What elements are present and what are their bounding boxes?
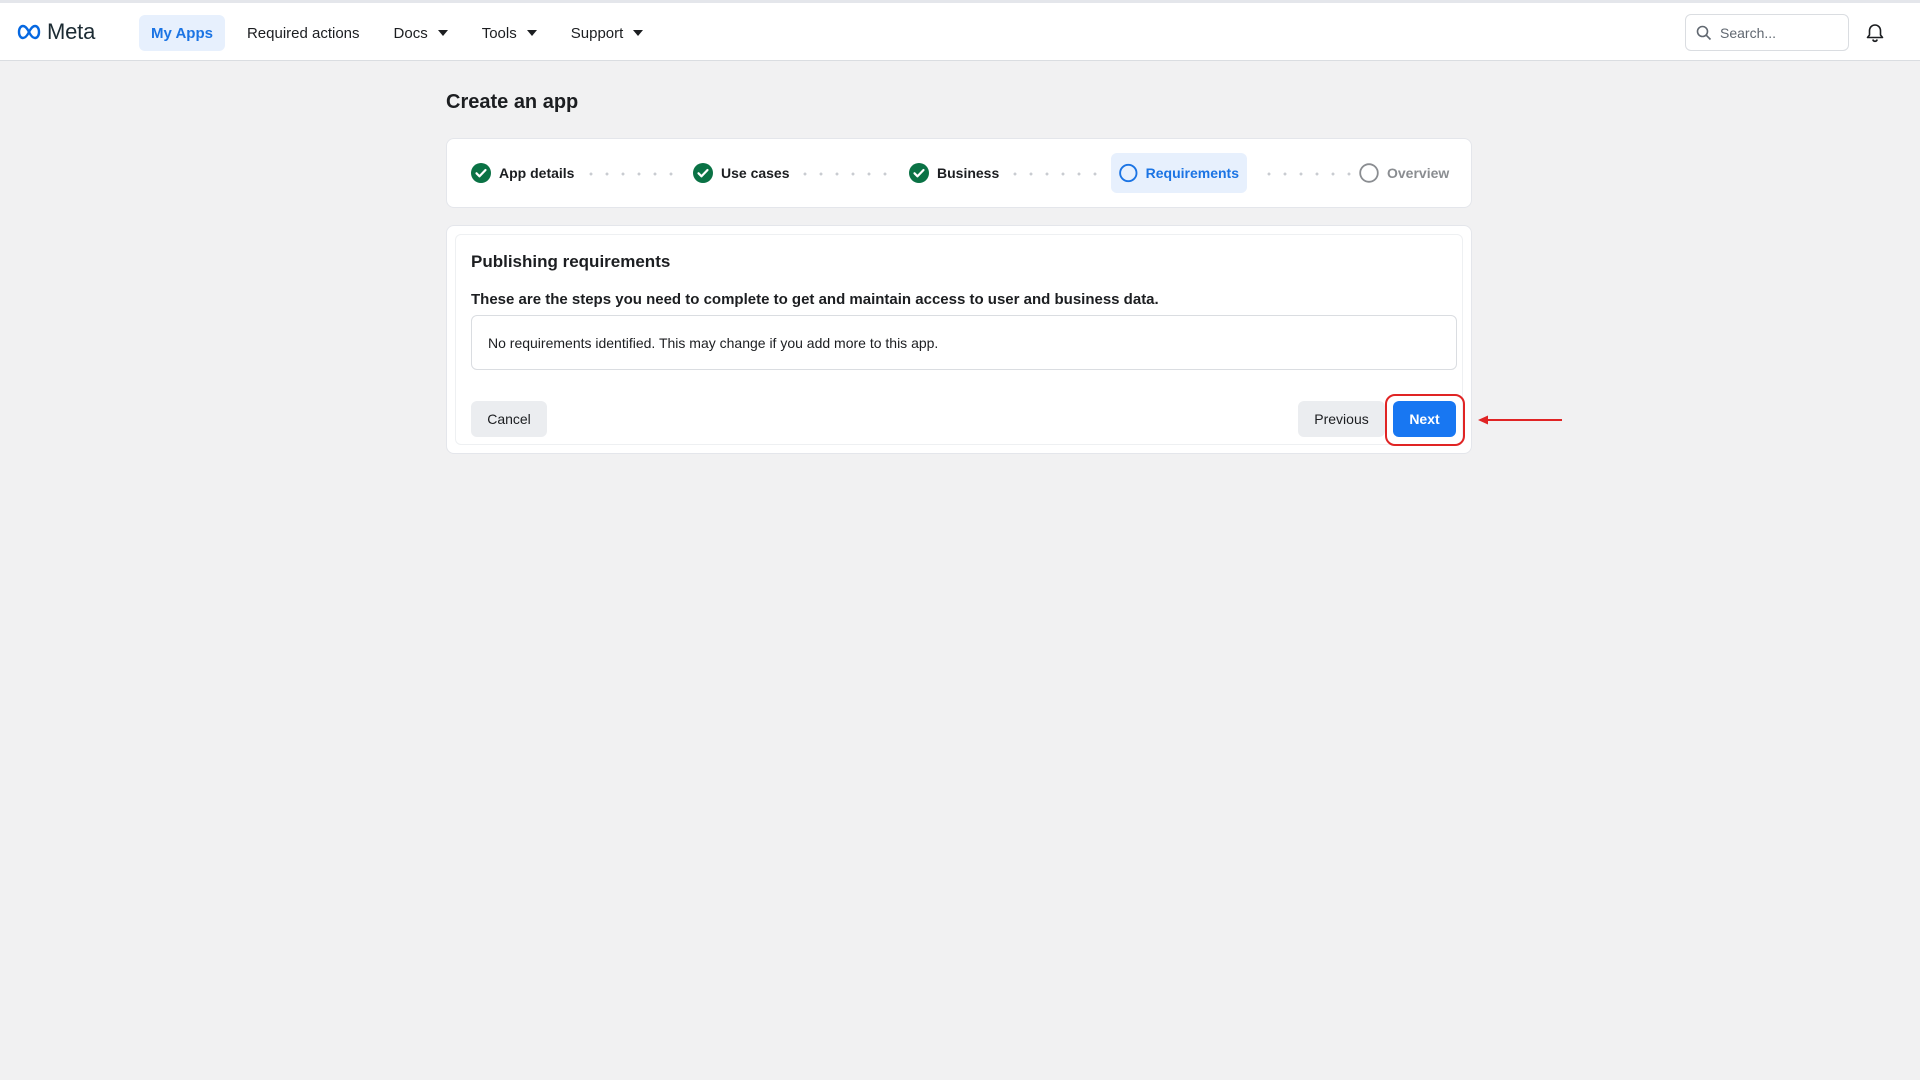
requirements-box: No requirements identified. This may cha…	[471, 315, 1457, 370]
progress-stepper: App details Use cases Business Requireme…	[446, 138, 1472, 208]
nav-docs-label: Docs	[393, 24, 428, 42]
empty-circle-icon	[1359, 163, 1379, 183]
nav-tools-label: Tools	[481, 24, 517, 42]
nav-tools[interactable]: Tools	[470, 15, 549, 51]
page-title: Create an app	[446, 91, 579, 113]
publishing-requirements-card: Publishing requirements These are the st…	[446, 225, 1472, 454]
nav-support[interactable]: Support	[559, 15, 656, 51]
card-title: Publishing requirements	[471, 252, 671, 271]
nav-required-actions-label: Required actions	[246, 24, 360, 42]
card-subtitle: These are the steps you need to complete…	[471, 291, 1159, 308]
nav-docs[interactable]: Docs	[382, 15, 460, 51]
previous-button[interactable]: Previous	[1298, 401, 1385, 437]
caret-down-icon	[633, 30, 644, 36]
step-business[interactable]: Business	[909, 153, 999, 193]
nav-my-apps-label: My Apps	[151, 24, 213, 42]
step-use-cases[interactable]: Use cases	[693, 153, 790, 193]
nav-my-apps[interactable]: My Apps	[139, 15, 225, 51]
check-circle-icon	[693, 163, 713, 183]
meta-logo[interactable]: Meta	[16, 19, 95, 45]
search-icon	[1696, 25, 1712, 40]
logo-text: Meta	[47, 19, 96, 44]
step-label: App details	[499, 165, 575, 181]
requirements-text: No requirements identified. This may cha…	[488, 334, 939, 351]
caret-down-icon	[437, 30, 448, 36]
meta-infinity-icon	[17, 24, 41, 40]
step-connector	[583, 172, 679, 176]
step-overview[interactable]: Overview	[1359, 153, 1449, 193]
annotation-arrow-icon	[1478, 415, 1562, 425]
check-circle-icon	[909, 163, 929, 183]
annotation-highlight-box	[1385, 394, 1465, 446]
nav-support-label: Support	[570, 24, 624, 42]
caret-down-icon	[526, 30, 537, 36]
step-requirements[interactable]: Requirements	[1111, 153, 1247, 193]
step-label: Use cases	[721, 165, 790, 181]
search-box[interactable]	[1685, 14, 1849, 51]
step-label: Overview	[1387, 165, 1450, 181]
step-connector	[1007, 172, 1103, 176]
nav-required-actions[interactable]: Required actions	[235, 15, 372, 51]
empty-circle-icon	[1119, 163, 1138, 183]
main-nav: My Apps Required actions Docs Tools Supp…	[139, 15, 665, 51]
step-connector	[1261, 172, 1357, 176]
bell-icon[interactable]	[1864, 22, 1886, 44]
search-input[interactable]	[1720, 24, 1840, 41]
cancel-button[interactable]: Cancel	[471, 401, 547, 437]
top-navigation-bar: Meta My Apps Required actions Docs Tools…	[0, 0, 1920, 61]
step-label: Requirements	[1145, 165, 1239, 181]
step-label: Business	[937, 165, 1000, 181]
check-circle-icon	[471, 163, 491, 183]
step-app-details[interactable]: App details	[471, 153, 574, 193]
step-connector	[797, 172, 893, 176]
